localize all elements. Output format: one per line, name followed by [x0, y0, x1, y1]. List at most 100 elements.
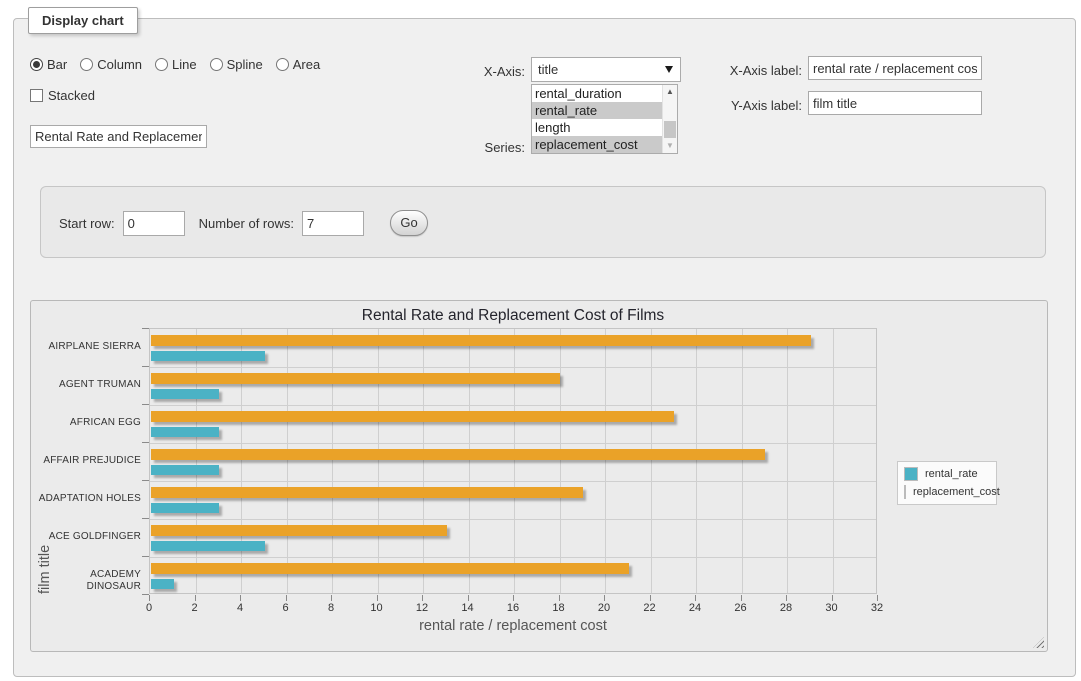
- y-axis-tick: [142, 518, 149, 519]
- y-axis-tick: [142, 556, 149, 557]
- x-axis-tick-label: 20: [589, 602, 619, 614]
- gridline-vertical: [469, 329, 470, 593]
- x-axis-select[interactable]: title: [531, 57, 681, 82]
- x-axis-tick-label: 12: [407, 602, 437, 614]
- chart-title: Rental Rate and Replacement Cost of Film…: [149, 307, 877, 325]
- go-button[interactable]: Go: [390, 210, 428, 236]
- y-axis-tick: [142, 404, 149, 405]
- gridline-horizontal: [150, 443, 876, 444]
- radio-column[interactable]: Column: [80, 57, 142, 72]
- gridline-horizontal: [150, 367, 876, 368]
- bar-replacement-cost: [151, 373, 560, 384]
- radio-spline[interactable]: Spline: [210, 57, 263, 72]
- category-tick-label: ADAPTATION HOLES: [33, 493, 141, 505]
- bar-replacement-cost: [151, 449, 765, 460]
- radio-area[interactable]: Area: [276, 57, 320, 72]
- radio-bar[interactable]: Bar: [30, 57, 67, 72]
- gridline-vertical: [241, 329, 242, 593]
- category-tick-label: AGENT TRUMAN: [33, 379, 141, 391]
- series-scrollbar[interactable]: ▲ ▼: [662, 85, 677, 153]
- x-axis-label-label: X-Axis label:: [718, 63, 802, 78]
- legend-row: rental_rate: [904, 467, 990, 481]
- gridline-vertical: [833, 329, 834, 593]
- bar-replacement-cost: [151, 563, 629, 574]
- start-row-label: Start row:: [59, 216, 115, 231]
- y-axis-label-label: Y-Axis label:: [718, 98, 802, 113]
- x-axis-tick-label: 28: [771, 602, 801, 614]
- x-axis-select-value: title: [538, 62, 558, 77]
- bar-rental-rate: [151, 389, 219, 399]
- radio-icon[interactable]: [210, 58, 223, 71]
- legend-label: replacement_cost: [913, 486, 1000, 498]
- x-axis-tick-label: 16: [498, 602, 528, 614]
- x-axis-tick: [650, 595, 651, 601]
- bar-rental-rate: [151, 503, 219, 513]
- x-axis-tick: [195, 595, 196, 601]
- gridline-vertical: [332, 329, 333, 593]
- category-tick-label: AFRICAN EGG: [33, 417, 141, 429]
- x-axis-tick: [559, 595, 560, 601]
- legend-row: replacement_cost: [904, 485, 990, 499]
- x-axis-select-label: X-Axis:: [430, 64, 525, 79]
- stacked-checkbox-row[interactable]: Stacked: [30, 88, 95, 103]
- scrollbar-thumb[interactable]: [664, 121, 676, 138]
- x-axis-tick-label: 26: [726, 602, 756, 614]
- category-tick-label: ACE GOLDFINGER: [33, 531, 141, 543]
- x-axis-tick-label: 22: [635, 602, 665, 614]
- x-axis-tick-label: 2: [180, 602, 210, 614]
- radio-icon[interactable]: [276, 58, 289, 71]
- bar-replacement-cost: [151, 335, 811, 346]
- radio-line[interactable]: Line: [155, 57, 197, 72]
- y-axis-tick: [142, 366, 149, 367]
- stacked-checkbox[interactable]: [30, 89, 43, 102]
- gridline-vertical: [605, 329, 606, 593]
- bar-rental-rate: [151, 465, 219, 475]
- scroll-down-icon[interactable]: ▼: [663, 139, 677, 153]
- y-axis-tick: [142, 442, 149, 443]
- x-axis-tick: [331, 595, 332, 601]
- series-options: rental_durationrental_ratelengthreplacem…: [532, 85, 662, 153]
- x-axis-tick: [786, 595, 787, 601]
- x-axis-tick: [513, 595, 514, 601]
- num-rows-label: Number of rows:: [199, 216, 294, 231]
- category-tick-label: AIRPLANE SIERRA: [33, 341, 141, 353]
- gridline-vertical: [696, 329, 697, 593]
- gridline-vertical: [196, 329, 197, 593]
- series-option-rental_rate[interactable]: rental_rate: [532, 102, 662, 119]
- gridline-vertical: [378, 329, 379, 593]
- radio-label: Line: [172, 57, 197, 72]
- gridline-vertical: [287, 329, 288, 593]
- radio-label: Spline: [227, 57, 263, 72]
- series-listbox[interactable]: rental_durationrental_ratelengthreplacem…: [531, 84, 678, 154]
- radio-icon[interactable]: [80, 58, 93, 71]
- x-axis-tick: [149, 595, 150, 601]
- gridline-vertical: [787, 329, 788, 593]
- legend-swatch: [904, 485, 906, 499]
- series-option-rental_duration[interactable]: rental_duration: [532, 85, 662, 102]
- radio-icon[interactable]: [30, 58, 43, 71]
- y-axis-label-input[interactable]: [808, 91, 982, 115]
- start-row-input[interactable]: [123, 211, 185, 236]
- y-axis-tick: [142, 594, 149, 595]
- x-axis-tick: [604, 595, 605, 601]
- x-axis-label-input[interactable]: [808, 56, 982, 80]
- gridline-vertical: [651, 329, 652, 593]
- bar-replacement-cost: [151, 411, 674, 422]
- series-option-length[interactable]: length: [532, 119, 662, 136]
- x-axis-tick: [240, 595, 241, 601]
- x-axis-tick-label: 10: [362, 602, 392, 614]
- bar-rental-rate: [151, 351, 265, 361]
- radio-icon[interactable]: [155, 58, 168, 71]
- x-axis-tick-label: 24: [680, 602, 710, 614]
- legend-swatch: [904, 467, 918, 481]
- bar-replacement-cost: [151, 525, 447, 536]
- resize-grip-icon[interactable]: [1033, 637, 1044, 648]
- bar-rental-rate: [151, 579, 174, 589]
- series-option-replacement_cost[interactable]: replacement_cost: [532, 136, 662, 153]
- scroll-up-icon[interactable]: ▲: [663, 85, 677, 99]
- radio-label: Bar: [47, 57, 67, 72]
- num-rows-input[interactable]: [302, 211, 364, 236]
- x-axis-tick: [741, 595, 742, 601]
- chart-title-input[interactable]: [30, 125, 207, 148]
- rows-form: Start row: Number of rows: Go: [59, 210, 428, 236]
